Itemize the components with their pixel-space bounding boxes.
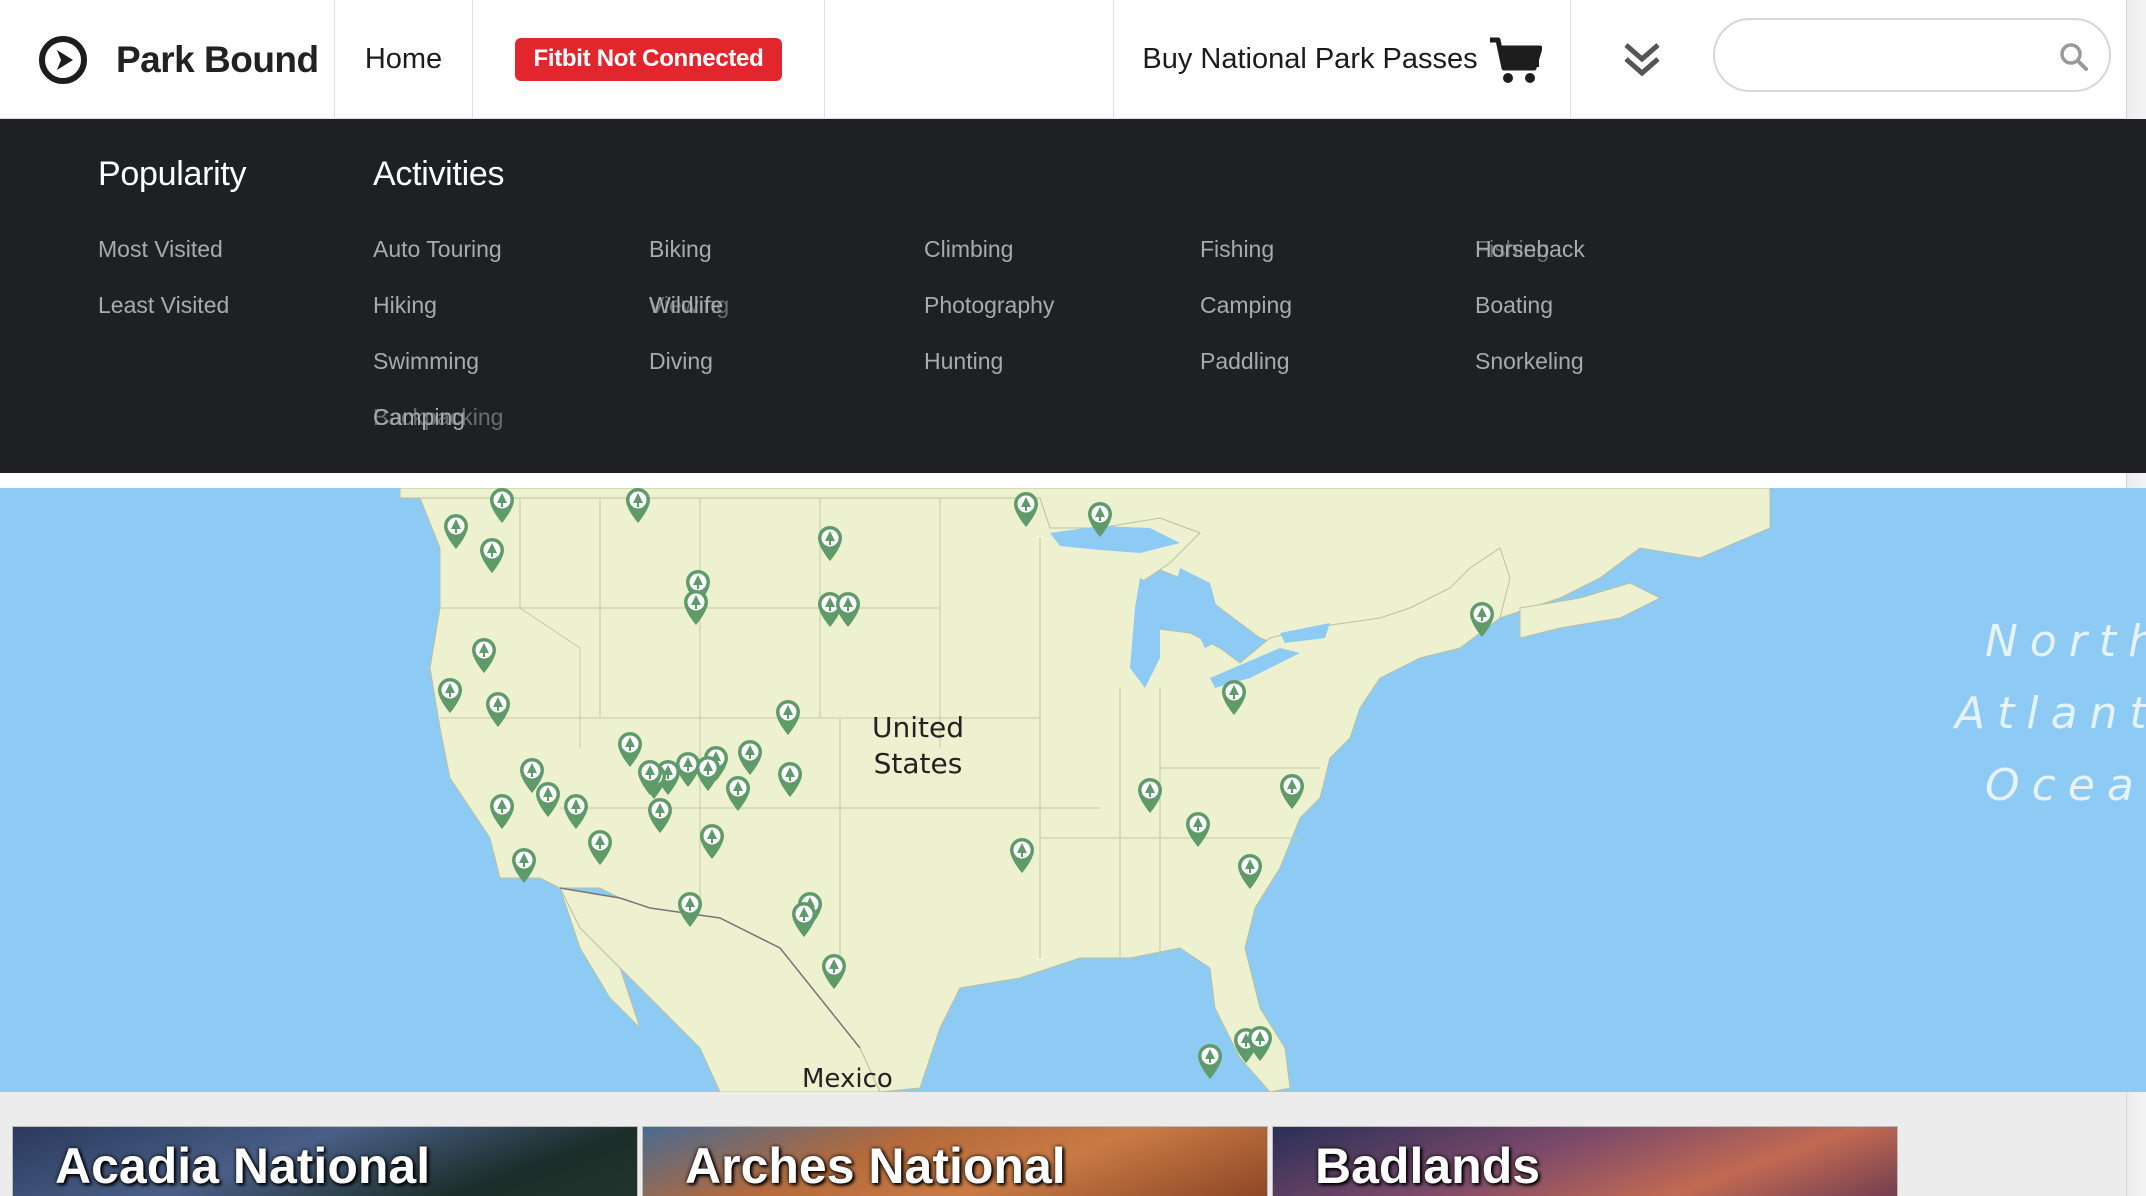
cart-icon xyxy=(1489,37,1542,83)
search-input[interactable] xyxy=(1741,28,2041,82)
brand-name: Park Bound xyxy=(116,38,319,80)
menu-least-visited[interactable]: Least Visited xyxy=(98,292,229,319)
menu-photography[interactable]: Photography xyxy=(924,292,1054,319)
park-pin-icon[interactable] xyxy=(488,793,516,831)
park-pin-icon[interactable] xyxy=(694,755,722,793)
menu-hunting[interactable]: Hunting xyxy=(924,348,1003,375)
park-pin-icon[interactable] xyxy=(774,699,802,737)
fitbit-status-badge[interactable]: Fitbit Not Connected xyxy=(514,38,783,81)
park-pin-icon[interactable] xyxy=(562,793,590,831)
park-pin-icon[interactable] xyxy=(736,739,764,777)
nav-spacer xyxy=(825,0,1114,119)
park-card-acadia[interactable]: Acadia National xyxy=(12,1126,638,1196)
top-navbar: Park Bound Home Fitbit Not Connected Buy… xyxy=(0,0,2146,119)
park-pin-icon[interactable] xyxy=(1086,501,1114,539)
menu-fishing[interactable]: Fishing xyxy=(1200,236,1274,263)
compass-icon xyxy=(39,35,87,84)
parks-map[interactable]: United States Mexico North Atlanti Ocean xyxy=(0,488,2146,1092)
park-pin-icon[interactable] xyxy=(470,637,498,675)
park-card-title: Acadia National xyxy=(55,1138,431,1194)
menu-backpacking-overlap: Backpacking xyxy=(373,404,504,430)
park-pin-icon[interactable] xyxy=(478,537,506,575)
map-label-states: States xyxy=(873,747,963,780)
park-cards-row: Acadia National Arches National Badlands xyxy=(0,1092,2126,1196)
park-pin-icon[interactable] xyxy=(1136,777,1164,815)
menu-snorkeling[interactable]: Snorkeling xyxy=(1475,348,1584,375)
buy-passes-link[interactable]: Buy National Park Passes xyxy=(1114,0,1571,119)
menu-swimming[interactable]: Swimming xyxy=(373,348,479,375)
park-pin-icon[interactable] xyxy=(834,591,862,629)
map-label-united: United xyxy=(872,711,964,744)
park-card-arches[interactable]: Arches National xyxy=(642,1126,1268,1196)
park-pin-icon[interactable] xyxy=(534,781,562,819)
map-label-north: North xyxy=(1985,616,2146,667)
brand[interactable]: Park Bound xyxy=(0,0,335,119)
menu-camping[interactable]: Camping xyxy=(1200,292,1292,319)
park-pin-icon[interactable] xyxy=(1278,773,1306,811)
park-pin-icon[interactable] xyxy=(1236,853,1264,891)
park-pin-icon[interactable] xyxy=(488,488,516,525)
park-card-title: Arches National xyxy=(685,1138,1066,1194)
popularity-heading: Popularity xyxy=(98,155,247,193)
park-pin-icon[interactable] xyxy=(676,891,704,929)
park-pin-icon[interactable] xyxy=(724,775,752,813)
nav-home-label: Home xyxy=(364,43,443,75)
park-card-badlands[interactable]: Badlands xyxy=(1272,1126,1898,1196)
menu-hiking[interactable]: Hiking xyxy=(373,292,437,319)
menu-climbing[interactable]: Climbing xyxy=(924,236,1013,263)
menu-biking[interactable]: Biking xyxy=(649,236,712,263)
filter-mega-menu xyxy=(0,119,2146,473)
park-pin-icon[interactable] xyxy=(510,847,538,885)
menu-viewing-overlap: Viewing xyxy=(649,292,730,318)
activities-heading: Activities xyxy=(373,155,505,193)
park-pin-icon[interactable] xyxy=(1468,601,1496,639)
menu-most-visited[interactable]: Most Visited xyxy=(98,236,223,263)
park-pin-icon[interactable] xyxy=(816,525,844,563)
park-card-title: Badlands xyxy=(1315,1138,1541,1194)
menu-diving[interactable]: Diving xyxy=(649,348,713,375)
park-pin-icon[interactable] xyxy=(1184,811,1212,849)
map-label-atlantic: Atlanti xyxy=(1955,688,2146,739)
park-pin-icon[interactable] xyxy=(484,691,512,729)
park-pin-icon[interactable] xyxy=(1196,1043,1224,1081)
park-pin-icon[interactable] xyxy=(586,829,614,867)
park-pin-icon[interactable] xyxy=(1246,1025,1274,1063)
expand-menu-button[interactable] xyxy=(1571,0,1713,119)
nav-home-link[interactable]: Home xyxy=(335,0,473,119)
park-pin-icon[interactable] xyxy=(624,488,652,525)
double-chevron-down-icon xyxy=(1624,42,1660,76)
buy-passes-label: Buy National Park Passes xyxy=(1142,43,1478,75)
park-pin-icon[interactable] xyxy=(698,823,726,861)
fitbit-status[interactable]: Fitbit Not Connected xyxy=(473,0,825,119)
park-pin-icon[interactable] xyxy=(820,953,848,991)
park-pin-icon[interactable] xyxy=(436,677,464,715)
menu-boating[interactable]: Boating xyxy=(1475,292,1553,319)
park-pin-icon[interactable] xyxy=(790,901,818,939)
park-pin-icon[interactable] xyxy=(1008,837,1036,875)
search-icon[interactable] xyxy=(2059,42,2089,72)
park-pin-icon[interactable] xyxy=(776,761,804,799)
park-pin-icon[interactable] xyxy=(1220,679,1248,717)
map-label-mexico: Mexico xyxy=(802,1064,893,1092)
menu-fishing-overlap: Fishing xyxy=(1475,236,1550,262)
map-label-united-states: United States xyxy=(872,710,964,782)
search-box[interactable] xyxy=(1713,18,2111,92)
menu-paddling[interactable]: Paddling xyxy=(1200,348,1290,375)
map-canvas xyxy=(399,488,1771,1092)
park-pin-icon[interactable] xyxy=(646,797,674,835)
park-pin-icon[interactable] xyxy=(636,759,664,797)
park-pin-icon[interactable] xyxy=(442,513,470,551)
menu-auto-touring[interactable]: Auto Touring xyxy=(373,236,502,263)
park-pin-icon[interactable] xyxy=(682,589,710,627)
park-pin-icon[interactable] xyxy=(1012,491,1040,529)
map-label-ocean: Ocean xyxy=(1985,760,2146,811)
